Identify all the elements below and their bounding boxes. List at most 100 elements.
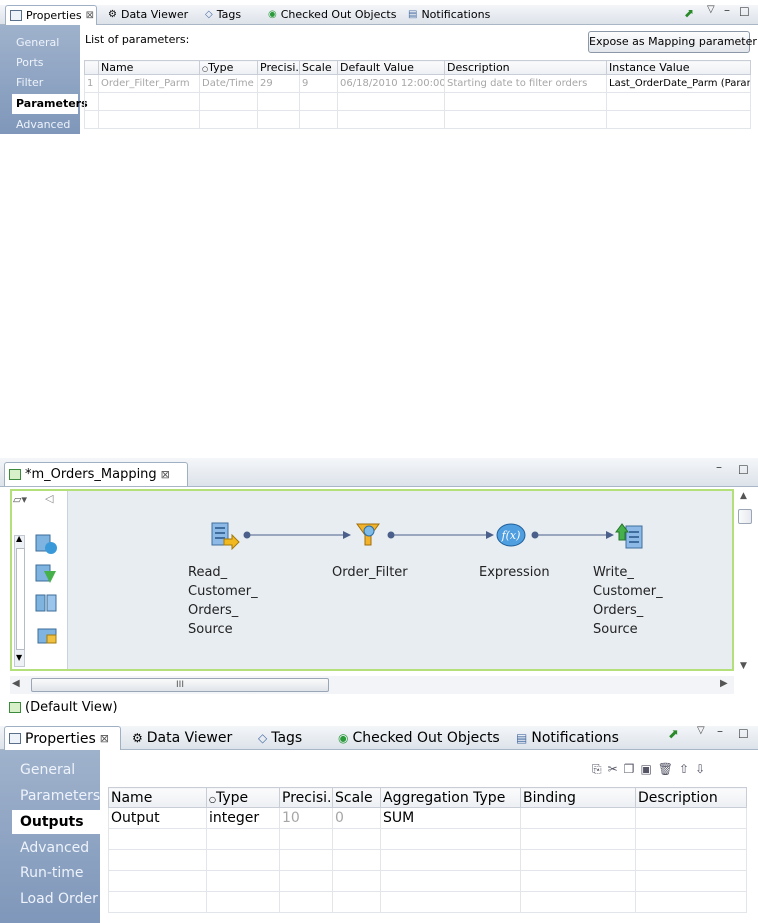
sidebar-item-advanced[interactable]: Advanced <box>16 118 70 131</box>
tab-data-viewer[interactable]: ⚙ Data Viewer <box>108 5 188 24</box>
tab-tags[interactable]: ◇ Tags <box>205 5 241 24</box>
table-row[interactable] <box>108 870 747 892</box>
minimize-icon[interactable]: – <box>716 460 722 474</box>
paste-icon[interactable]: ▣ <box>640 762 651 777</box>
palette-scrollbar[interactable]: ▲ ▼ <box>14 534 25 667</box>
column-header-instance-value[interactable]: Instance Value <box>606 60 751 75</box>
sidebar-item-filter[interactable]: Filter <box>16 76 43 89</box>
filter-icon[interactable] <box>355 520 383 550</box>
scroll-right-icon[interactable]: ▶ <box>720 678 728 689</box>
column-header-binding[interactable]: Binding <box>520 787 636 808</box>
column-header-scale[interactable]: Scale <box>299 60 338 75</box>
cell-scale[interactable]: 0 <box>332 807 381 829</box>
sidebar-item-load-order[interactable]: Load Order <box>20 891 98 907</box>
table-row[interactable]: 1 Order_Filter_Parm Date/Time 29 9 06/18… <box>84 74 751 93</box>
column-header-description[interactable]: Description <box>444 60 607 75</box>
expose-as-mapping-parameter-button[interactable]: Expose as Mapping parameter <box>588 31 757 53</box>
sidebar-item-parameters[interactable]: Parameters <box>12 94 88 114</box>
sidebar-item-ports[interactable]: Ports <box>16 56 44 69</box>
scroll-left-icon[interactable]: ◀ <box>12 678 20 689</box>
tab-tags[interactable]: ◇ Tags <box>258 726 302 749</box>
scroll-down-icon[interactable]: ▼ <box>16 653 22 662</box>
palette-menu-icon[interactable]: ▱▾ <box>13 493 27 506</box>
tab-checked-out-objects[interactable]: ◉ Checked Out Objects <box>338 726 500 749</box>
node-label-expression[interactable]: Expression <box>479 563 550 582</box>
column-header-name[interactable]: Name <box>108 787 207 808</box>
cell-instance-value[interactable]: Last_OrderDate_Parm (Paran <box>606 74 751 93</box>
canvas-vertical-scrollbar[interactable]: ▲ ▼ <box>736 489 754 673</box>
scroll-up-icon[interactable]: ▲ <box>740 491 747 501</box>
column-header-precision[interactable]: Precisi... <box>279 787 333 808</box>
new-icon[interactable]: ⎘ <box>592 762 602 777</box>
close-icon[interactable]: ⊠ <box>86 10 94 21</box>
column-header-name[interactable]: Name <box>98 60 200 75</box>
column-header-aggregation-type[interactable]: Aggregation Type <box>380 787 521 808</box>
table-row[interactable] <box>108 828 747 850</box>
link-filter-to-expression[interactable] <box>387 531 494 539</box>
cell-precision[interactable]: 29 <box>257 74 300 93</box>
cell-scale[interactable]: 9 <box>299 74 338 93</box>
table-row[interactable] <box>108 891 747 913</box>
horizontal-scroll-thumb[interactable]: III <box>31 678 329 692</box>
tab-notifications[interactable]: ▤ Notifications <box>408 5 490 24</box>
sidebar-item-run-time[interactable]: Run-time <box>20 865 84 881</box>
cut-icon[interactable]: ✂ <box>608 762 618 777</box>
maximize-icon[interactable]: ☐ <box>738 727 749 741</box>
node-label-order-filter[interactable]: Order_Filter <box>332 563 408 582</box>
tab-checked-out-objects[interactable]: ◉ Checked Out Objects <box>268 5 396 24</box>
link-read-to-filter[interactable] <box>243 531 351 539</box>
link-expression-to-write[interactable] <box>531 531 614 539</box>
delete-icon[interactable]: 🗑 <box>658 762 673 777</box>
canvas-horizontal-scrollbar[interactable]: ◀ III ▶ <box>10 676 734 694</box>
scroll-down-icon[interactable]: ▼ <box>740 661 747 671</box>
table-row[interactable] <box>108 849 747 871</box>
node-label-read-source[interactable]: Read_ Customer_ Orders_ Source <box>188 563 258 639</box>
cell-aggregation-type[interactable]: SUM <box>380 807 521 829</box>
tab-mapping[interactable]: *m_Orders_Mapping ⊠ <box>4 462 188 486</box>
sidebar-item-general[interactable]: General <box>16 36 59 49</box>
cell-description[interactable] <box>635 807 747 829</box>
tab-properties[interactable]: Properties ⊠ <box>4 726 121 750</box>
view-menu-icon[interactable]: ▽ <box>707 4 715 15</box>
move-up-icon[interactable]: ⇧ <box>679 762 689 777</box>
read-source-icon[interactable] <box>210 520 240 550</box>
sidebar-item-general[interactable]: General <box>20 762 75 778</box>
move-down-icon[interactable]: ⇩ <box>695 762 705 777</box>
cell-type[interactable]: Date/Time <box>199 74 258 93</box>
cell-binding[interactable] <box>520 807 636 829</box>
cell-default-value[interactable]: 06/18/2010 12:00:00 <box>337 74 445 93</box>
table-row[interactable] <box>84 92 751 111</box>
expression-icon[interactable]: f(x) <box>496 522 526 548</box>
cell-type[interactable]: integer <box>206 807 280 829</box>
node-label-write-target[interactable]: Write_ Customer_ Orders_ Source <box>593 563 663 639</box>
cell-precision[interactable]: 10 <box>279 807 333 829</box>
sidebar-item-outputs[interactable]: Outputs <box>12 810 100 834</box>
cell-name[interactable]: Output <box>108 807 207 829</box>
tab-data-viewer[interactable]: ⚙ Data Viewer <box>132 726 232 749</box>
view-menu-icon[interactable]: ▽ <box>697 725 705 736</box>
column-header-type[interactable]: ○Type <box>199 60 258 75</box>
close-icon[interactable]: ⊠ <box>100 732 109 745</box>
minimize-icon[interactable]: – <box>717 724 723 738</box>
column-header-default-value[interactable]: Default Value <box>337 60 445 75</box>
maximize-icon[interactable]: ☐ <box>738 463 749 477</box>
cell-description[interactable]: Starting date to filter orders <box>444 74 607 93</box>
scroll-up-icon[interactable]: ▲ <box>16 534 22 543</box>
sidebar-item-parameters[interactable]: Parameters <box>20 788 100 804</box>
column-header-scale[interactable]: Scale <box>332 787 381 808</box>
sidebar-item-advanced[interactable]: Advanced <box>20 840 89 856</box>
table-row[interactable]: Output integer 10 0 SUM <box>108 807 747 829</box>
minimize-icon[interactable]: – <box>724 3 730 17</box>
table-row[interactable] <box>84 110 751 129</box>
write-target-icon[interactable] <box>614 520 646 550</box>
column-header-description[interactable]: Description <box>635 787 747 808</box>
tab-notifications[interactable]: ▤ Notifications <box>516 726 619 749</box>
default-view-tab[interactable]: (Default View) <box>6 698 121 717</box>
pin-icon[interactable]: ⬈ <box>684 6 694 20</box>
pin-icon[interactable]: ⬈ <box>668 727 679 742</box>
tab-properties[interactable]: Properties ⊠ <box>5 5 97 25</box>
collapse-palette-icon[interactable]: ◁ <box>45 492 53 505</box>
column-header-type[interactable]: ○Type <box>206 787 280 808</box>
copy-icon[interactable]: ❐ <box>624 762 635 777</box>
column-header-precision[interactable]: Precisi... <box>257 60 300 75</box>
